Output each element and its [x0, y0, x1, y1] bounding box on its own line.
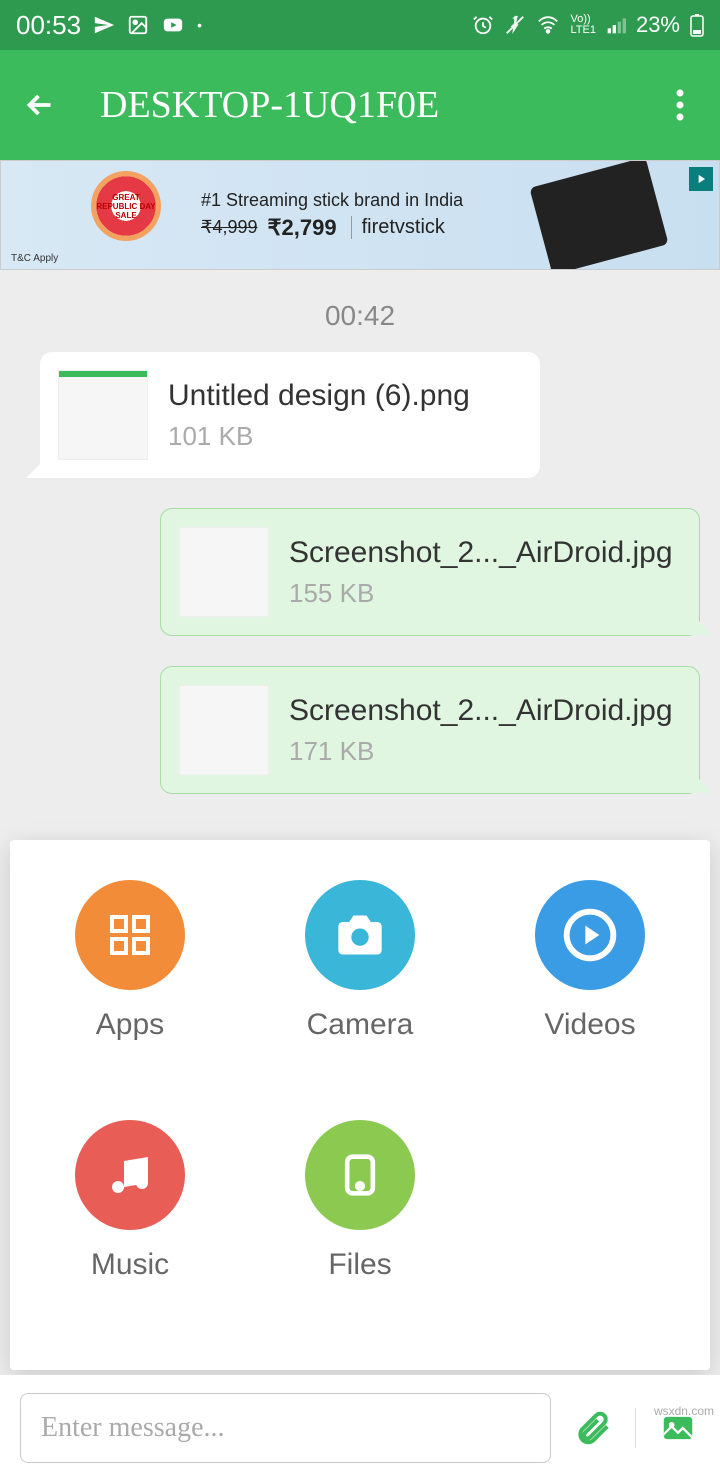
chat-area: 00:42 Untitled design (6).png 101 KB Scr…: [0, 270, 720, 922]
apps-icon: [75, 880, 185, 990]
file-thumbnail: [179, 685, 269, 775]
attach-files[interactable]: Files: [260, 1120, 460, 1330]
message-input[interactable]: Enter message...: [20, 1393, 551, 1463]
attach-videos[interactable]: Videos: [490, 880, 690, 1090]
ad-banner[interactable]: GREAT REPUBLIC DAY SALE T&C Apply #1 Str…: [0, 160, 720, 270]
watermark: wsxdn.com: [654, 1404, 714, 1418]
ad-brand: firetvstick: [351, 216, 445, 239]
attach-button[interactable]: [571, 1406, 615, 1450]
attach-label: Camera: [307, 1008, 414, 1042]
music-icon: [75, 1120, 185, 1230]
file-size: 101 KB: [168, 421, 522, 452]
youtube-icon: [161, 14, 185, 36]
send-icon: [93, 14, 115, 36]
ad-new-price: ₹2,799: [268, 215, 337, 241]
ad-product-image: [529, 160, 668, 270]
separator: [635, 1408, 636, 1448]
message-incoming[interactable]: Untitled design (6).png 101 KB: [40, 352, 540, 478]
message-outgoing[interactable]: Screenshot_2..._AirDroid.jpg 171 KB: [160, 666, 700, 794]
videos-icon: [535, 880, 645, 990]
file-thumbnail: [58, 370, 148, 460]
attach-label: Files: [328, 1248, 391, 1282]
attachment-panel: Apps Camera Videos Music Files: [10, 840, 710, 1370]
message-outgoing[interactable]: Screenshot_2..._AirDroid.jpg 155 KB: [160, 508, 700, 636]
status-bar: 00:53 • Vo))LTE1 23%: [0, 0, 720, 50]
camera-icon: [305, 880, 415, 990]
ad-play-icon[interactable]: [689, 167, 713, 191]
files-icon: [305, 1120, 415, 1230]
attach-music[interactable]: Music: [30, 1120, 230, 1330]
attach-camera[interactable]: Camera: [260, 880, 460, 1090]
ad-old-price: ₹4,999: [201, 217, 258, 238]
volte-icon: Vo))LTE1: [570, 14, 595, 36]
file-size: 155 KB: [289, 578, 681, 609]
input-bar: Enter message...: [0, 1375, 720, 1480]
attach-label: Videos: [544, 1008, 635, 1042]
file-size: 171 KB: [289, 736, 681, 767]
wifi-icon: [536, 14, 560, 36]
time-separator: 00:42: [0, 300, 720, 332]
image-icon: [127, 14, 149, 36]
ad-tagline: #1 Streaming stick brand in India: [201, 190, 463, 211]
ad-badge: GREAT REPUBLIC DAY SALE: [91, 171, 161, 241]
status-time: 00:53: [16, 10, 81, 41]
attach-apps[interactable]: Apps: [30, 880, 230, 1090]
ad-text: #1 Streaming stick brand in India ₹4,999…: [201, 190, 463, 241]
dot-icon: •: [197, 17, 202, 33]
attach-label: Apps: [96, 1008, 164, 1042]
ad-terms: T&C Apply: [11, 253, 58, 264]
file-name: Screenshot_2..._AirDroid.jpg: [289, 536, 681, 570]
file-thumbnail: [179, 527, 269, 617]
battery-icon: [690, 13, 704, 37]
page-title: DESKTOP-1UQ1F0E: [100, 83, 660, 127]
back-button[interactable]: [20, 85, 60, 125]
attach-label: Music: [91, 1248, 169, 1282]
app-bar: DESKTOP-1UQ1F0E: [0, 50, 720, 160]
more-button[interactable]: [660, 85, 700, 125]
signal-icon: [606, 15, 626, 35]
vibrate-icon: [504, 14, 526, 36]
file-name: Screenshot_2..._AirDroid.jpg: [289, 694, 681, 728]
battery-percent: 23%: [636, 12, 680, 38]
file-name: Untitled design (6).png: [168, 379, 522, 413]
alarm-icon: [472, 14, 494, 36]
